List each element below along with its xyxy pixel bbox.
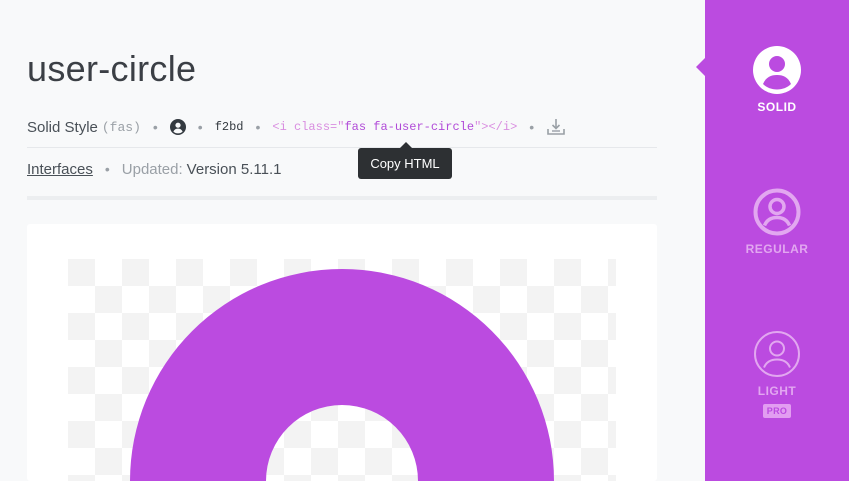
style-option-regular[interactable]: REGULAR — [705, 188, 849, 256]
unicode-value[interactable]: f2bd — [215, 120, 244, 134]
user-circle-icon[interactable] — [169, 119, 186, 135]
separator-dot: • — [197, 119, 203, 135]
page-title: user-circle — [27, 48, 197, 89]
icon-meta-row: Solid Style (fas) • • f2bd • <i class="f… — [27, 116, 566, 138]
user-circle-solid-icon — [753, 46, 801, 94]
user-circle-light-icon — [754, 331, 800, 377]
category-link[interactable]: Interfaces — [27, 161, 93, 178]
user-circle-regular-icon — [753, 188, 801, 236]
style-name: Solid Style — [27, 118, 98, 136]
style-option-light[interactable]: LIGHT PRO — [705, 330, 849, 419]
style-label-light: LIGHT — [757, 384, 797, 398]
html-snippet-close: "></i> — [474, 120, 518, 134]
style-prefix: (fas) — [101, 119, 141, 135]
download-icon[interactable] — [546, 118, 566, 136]
style-option-solid[interactable]: SOLID — [705, 46, 849, 114]
divider — [27, 196, 657, 200]
main-content: user-circle Solid Style (fas) • • f2bd •… — [0, 0, 705, 481]
separator-dot: • — [152, 119, 158, 135]
copy-html-tooltip: Copy HTML — [358, 142, 452, 179]
divider — [27, 147, 657, 148]
style-label-regular: REGULAR — [745, 242, 809, 256]
html-snippet-open: <i class=" — [272, 120, 345, 134]
html-snippet[interactable]: <i class="fas fa-user-circle"></i> — [272, 120, 517, 134]
preview-canvas — [68, 259, 616, 481]
style-label-solid: SOLID — [757, 100, 797, 114]
icon-preview-panel — [27, 224, 657, 481]
separator-dot: • — [529, 119, 535, 135]
updated-label: Updated: — [121, 160, 183, 178]
separator-dot: • — [104, 161, 110, 177]
style-sidebar: SOLID REGULAR LIGHT PRO — [696, 0, 849, 481]
version-value: Version 5.11.1 — [186, 160, 282, 178]
pro-badge: PRO — [762, 404, 792, 418]
html-snippet-class: fas fa-user-circle — [344, 120, 475, 134]
icon-info-row: Interfaces • Updated: Version 5.11.1 — [27, 158, 281, 180]
separator-dot: • — [255, 119, 261, 135]
